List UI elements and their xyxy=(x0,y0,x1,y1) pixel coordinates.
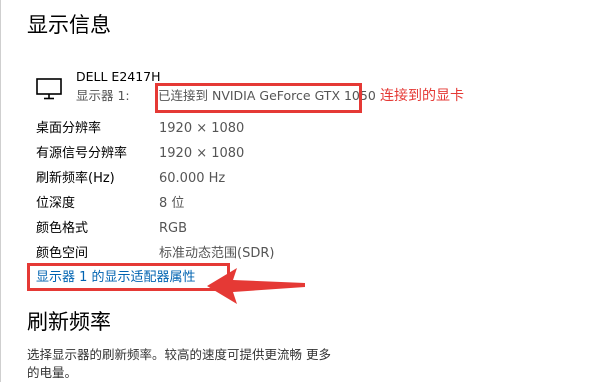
display-info-title: 显示信息 xyxy=(27,13,111,37)
color-space-label: 颜色空间 xyxy=(36,246,89,261)
desktop-resolution-label: 桌面分辨率 xyxy=(36,121,102,136)
refresh-rate-title: 刷新频率 xyxy=(27,310,111,334)
refresh-rate-label: 刷新频率(Hz) xyxy=(36,171,115,186)
refresh-rate-value: 60.000 Hz xyxy=(159,171,226,186)
annotation-connected-gpu: 连接到的显卡 xyxy=(380,88,464,104)
monitor-name: DELL E2417H xyxy=(76,69,161,84)
refresh-rate-description: 选择显示器的刷新频率。较高的速度可提供更流畅 更多的电量。 xyxy=(27,347,331,380)
left-arrow-icon xyxy=(207,268,305,304)
color-format-value: RGB xyxy=(159,221,188,236)
adapter-highlight-box xyxy=(155,83,362,113)
link-highlight-box xyxy=(27,263,230,291)
monitor-index-label: 显示器 1: xyxy=(76,88,130,103)
bit-depth-value: 8 位 xyxy=(159,196,185,211)
desktop-resolution-value: 1920 × 1080 xyxy=(159,121,245,136)
bit-depth-label: 位深度 xyxy=(36,196,76,211)
window-left-border xyxy=(0,0,1,382)
active-signal-resolution-label: 有源信号分辨率 xyxy=(36,146,128,161)
monitor-icon xyxy=(36,78,62,100)
color-format-label: 颜色格式 xyxy=(36,221,89,236)
color-space-value: 标准动态范围(SDR) xyxy=(159,246,275,261)
active-signal-resolution-value: 1920 × 1080 xyxy=(159,146,245,161)
